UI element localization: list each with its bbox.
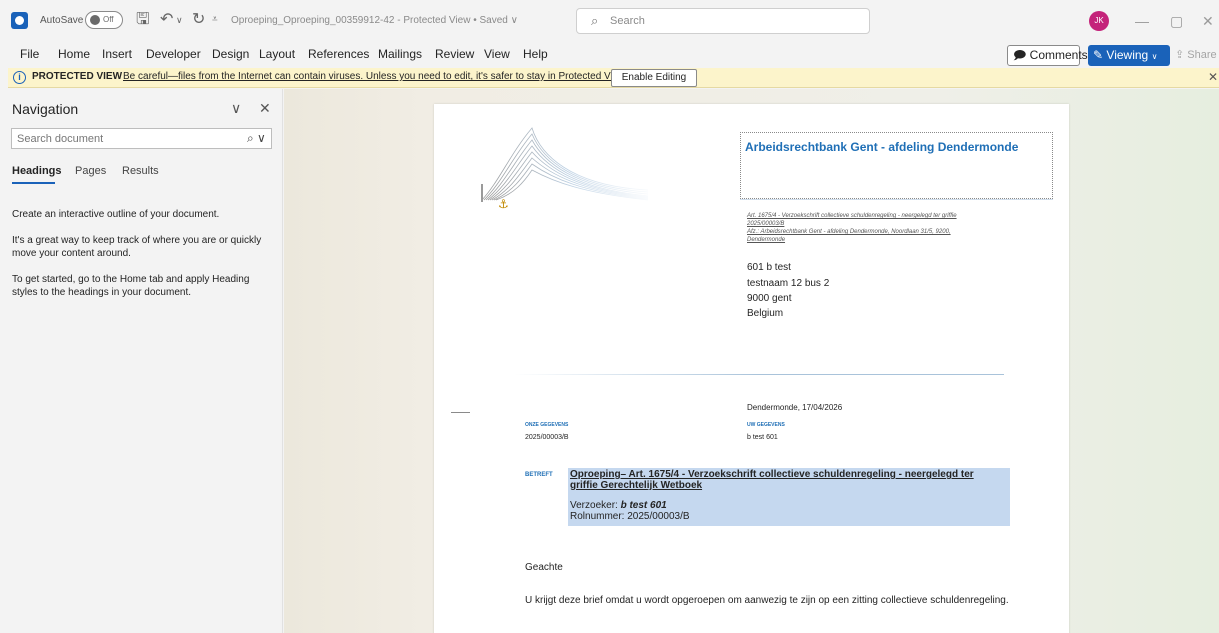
minimize-icon[interactable]: — xyxy=(1135,11,1149,31)
address-line-4: Belgium xyxy=(747,308,784,319)
enable-editing-button[interactable]: Enable Editing xyxy=(611,69,697,87)
restore-icon[interactable]: ▢ xyxy=(1170,11,1183,31)
close-icon[interactable]: ✕ xyxy=(259,100,271,117)
reference-line-1: Art. 1675/4 - Verzoekschrift collectieve… xyxy=(747,213,957,219)
menu-mailings[interactable]: Mailings xyxy=(378,47,422,61)
toggle-knob xyxy=(90,15,100,25)
court-name: Arbeidsrechtbank Gent - afdeling Denderm… xyxy=(745,140,1019,154)
undo-icon[interactable]: ↶ xyxy=(160,10,173,30)
autosave-toggle[interactable]: Off xyxy=(85,11,123,29)
document-page[interactable]: ⚓ Arbeidsrechtbank Gent - afdeling Dende… xyxy=(434,104,1069,633)
share-button[interactable]: ⇪ Share xyxy=(1175,48,1217,61)
document-canvas[interactable]: ⚓ Arbeidsrechtbank Gent - afdeling Dende… xyxy=(284,89,1219,633)
court-logo xyxy=(481,127,649,202)
undo-dropdown-icon[interactable]: ∨ xyxy=(176,10,183,30)
reference-line-2: 2025/00003/B xyxy=(747,221,785,227)
search-document-input[interactable]: Search document ⌕ ∨ xyxy=(11,128,272,149)
autosave-label: AutoSave xyxy=(40,15,84,26)
uw-gegevens-label: UW GEGEVENS xyxy=(747,422,785,428)
nav-help-text-1: Create an interactive outline of your do… xyxy=(12,209,220,220)
onze-gegevens-label: ONZE GEGEVENS xyxy=(525,422,569,428)
autosave-state: Off xyxy=(103,15,114,24)
salutation: Geachte xyxy=(525,562,563,573)
tab-pages[interactable]: Pages xyxy=(75,165,106,177)
body-paragraph: U krijgt deze brief omdat u wordt opgero… xyxy=(525,595,1009,606)
avatar[interactable]: JK xyxy=(1089,11,1109,31)
close-icon[interactable]: ✕ xyxy=(1208,70,1218,84)
menu-help[interactable]: Help xyxy=(523,47,548,61)
protected-view-title: PROTECTED VIEW xyxy=(32,71,123,82)
menu-design[interactable]: Design xyxy=(212,47,249,61)
nav-help-text-3: To get started, go to the Home tab and a… xyxy=(12,274,250,298)
viewing-label: Viewing xyxy=(1106,48,1149,62)
outlook-icon xyxy=(11,12,28,29)
search-icon: ⌕ xyxy=(591,13,599,28)
verzoeker-line: Verzoeker: b test 601 xyxy=(570,500,667,511)
address-line-2: testnaam 12 bus 2 xyxy=(747,278,830,289)
comment-icon: 🗩 xyxy=(1013,48,1027,62)
pen-icon: ✎ xyxy=(1093,48,1104,62)
menu-view[interactable]: View xyxy=(484,47,510,61)
comments-label: Comments xyxy=(1029,48,1088,62)
share-label: Share xyxy=(1187,49,1217,61)
address-line-3: 9000 gent xyxy=(747,293,792,304)
address-line-1: 601 b test xyxy=(747,262,791,273)
verzoeker-label: Verzoeker: xyxy=(570,500,621,511)
navigation-title: Navigation xyxy=(12,101,79,117)
chevron-down-icon: ∨ xyxy=(1151,52,1158,61)
margin-mark xyxy=(451,412,470,413)
search-icon[interactable]: ⌕ ∨ xyxy=(247,131,266,146)
navigation-pane: Navigation ∨ ✕ Search document ⌕ ∨ Headi… xyxy=(0,89,283,633)
tab-headings[interactable]: Headings xyxy=(12,165,62,177)
court-name-box: Arbeidsrechtbank Gent - afdeling Denderm… xyxy=(740,132,1053,199)
onze-gegevens-value: 2025/00003/B xyxy=(525,434,569,441)
save-icon[interactable]: 🖫 xyxy=(136,10,150,30)
search-box[interactable]: ⌕ Search xyxy=(576,8,870,34)
menu-review[interactable]: Review xyxy=(435,47,474,61)
menu-layout[interactable]: Layout xyxy=(259,47,295,61)
close-window-icon[interactable]: ✕ xyxy=(1202,11,1214,31)
info-icon: i xyxy=(13,71,26,84)
protected-view-message[interactable]: Be careful—files from the Internet can c… xyxy=(123,71,628,82)
menu-developer[interactable]: Developer xyxy=(146,47,201,61)
menu-insert[interactable]: Insert xyxy=(102,47,132,61)
anchor-icon: ⚓ xyxy=(498,197,509,211)
uw-gegevens-value: b test 601 xyxy=(747,434,778,441)
reference-line-4: Dendermonde xyxy=(747,237,786,243)
divider xyxy=(514,374,1004,375)
tab-results[interactable]: Results xyxy=(122,165,159,177)
betreft-label: BETREFT xyxy=(525,472,553,478)
title-bar: AutoSave Off 🖫 ↶ ∨ ↻ ⩡ Oproeping_Oproepi… xyxy=(0,0,1219,42)
protected-view-bar: i PROTECTED VIEW Be careful—files from t… xyxy=(8,68,1219,88)
subject-text: Oproeping– Art. 1675/4 - Verzoekschrift … xyxy=(570,469,974,491)
ribbon-menu: File Home Insert Developer Design Layout… xyxy=(0,42,1219,68)
share-icon: ⇪ xyxy=(1175,49,1185,61)
rolnummer-line: Rolnummer: 2025/00003/B xyxy=(570,511,690,522)
document-title[interactable]: Oproeping_Oproeping_00359912-42 - Protec… xyxy=(231,15,518,26)
place-date: Dendermonde, 17/04/2026 xyxy=(747,403,843,412)
divider xyxy=(740,199,1053,200)
search-document-placeholder: Search document xyxy=(17,133,104,145)
menu-home[interactable]: Home xyxy=(58,47,90,61)
viewing-button[interactable]: ✎ Viewing ∨ xyxy=(1088,45,1170,66)
menu-file[interactable]: File xyxy=(20,47,39,61)
search-placeholder: Search xyxy=(610,15,645,27)
reference-line-3: Afz.: Arbeidsrechtbank Gent - afdeling D… xyxy=(747,229,951,235)
active-tab-indicator xyxy=(12,182,55,184)
redo-icon[interactable]: ↻ xyxy=(192,10,205,30)
chevron-down-icon[interactable]: ∨ xyxy=(231,100,241,117)
nav-help-text-2: It's a great way to keep track of where … xyxy=(12,235,262,259)
quick-access-menu-icon[interactable]: ⩡ xyxy=(212,10,218,30)
comments-button[interactable]: 🗩 Comments xyxy=(1007,45,1088,66)
verzoeker-value: b test 601 xyxy=(620,500,667,511)
menu-references[interactable]: References xyxy=(308,47,369,61)
